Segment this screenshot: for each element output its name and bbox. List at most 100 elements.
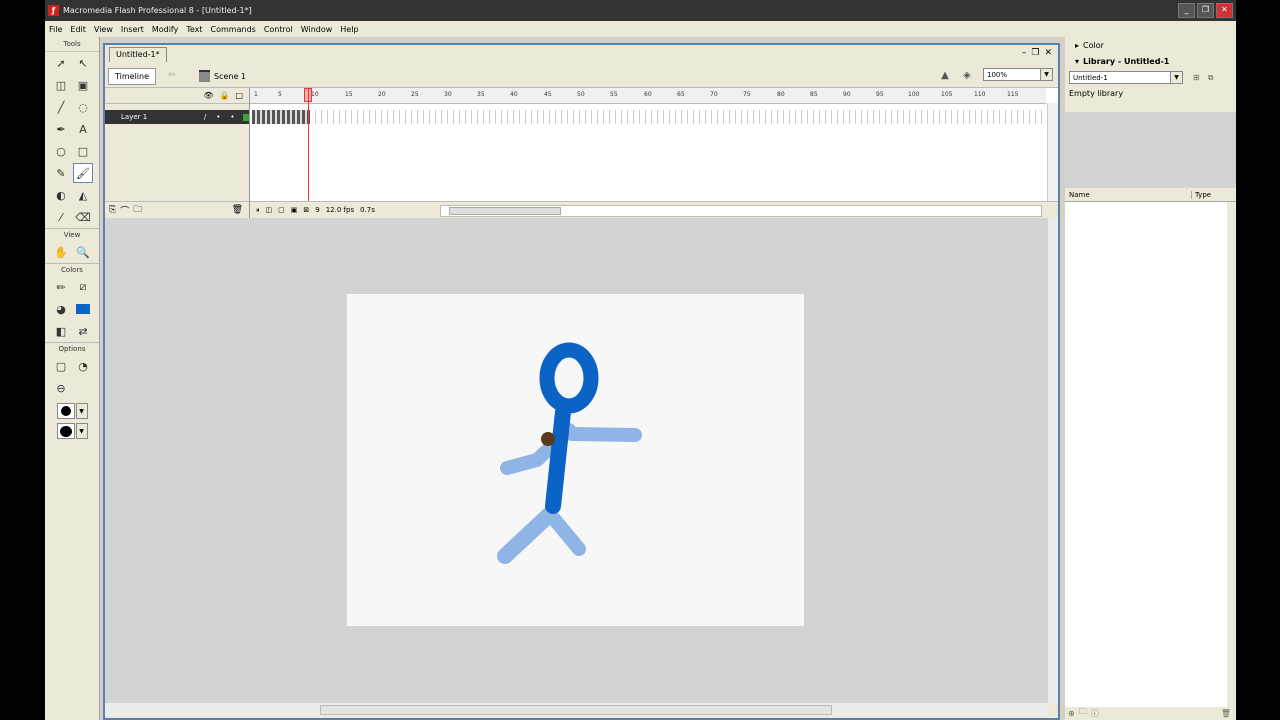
subselection-tool-icon[interactable]: ↖ [73,53,93,73]
brush-shape-dropdown[interactable]: ▼ [75,423,88,439]
object-drawing-icon[interactable]: ▢ [51,356,71,376]
layer-row[interactable]: Layer 1 /• • [105,110,249,124]
show-hide-icon[interactable]: 👁 [203,91,213,100]
paint-bucket-tool-icon[interactable]: ◭ [73,185,93,205]
brush-size-dropdown[interactable]: ▼ [75,403,88,419]
ruler-tick: 50 [577,91,585,98]
edit-multiple-frames-icon[interactable]: ▣ [291,206,298,214]
insert-folder-icon[interactable]: 🗀 [133,202,142,218]
line-tool-icon[interactable]: ╱ [51,97,71,117]
column-type[interactable]: Type [1191,191,1211,199]
menu-window[interactable]: Window [297,25,337,34]
eraser-tool-icon[interactable]: ⌫ [73,207,93,227]
ruler-tick: 35 [477,91,485,98]
color-panel-title: Color [1083,40,1104,50]
modify-onion-markers-icon[interactable]: ⊠ [303,206,309,214]
timeline-horizontal-scrollbar[interactable] [440,205,1042,217]
ruler-tick: 10 [311,91,319,98]
ruler-tick: 60 [644,91,652,98]
delete-layer-icon[interactable]: 🗑 [232,205,243,215]
library-select[interactable]: Untitled-1 ▼ [1069,71,1183,84]
pen-tool-icon[interactable]: ✒ [51,119,71,139]
brush-shape-swatch[interactable] [56,423,75,439]
menu-insert[interactable]: Insert [117,25,148,34]
stage-horizontal-scrollbar[interactable] [105,703,1048,716]
edit-scene-icon[interactable]: ▲ [937,68,953,83]
stage-canvas[interactable] [347,294,804,626]
center-frame-icon[interactable]: ⏸ [256,206,260,215]
title-bar: ƒ Macromedia Flash Professional 8 - [Unt… [45,0,1236,21]
menu-modify[interactable]: Modify [148,25,183,34]
pasteboard[interactable] [105,218,1048,703]
back-arrow-icon[interactable]: ⇦ [168,70,176,80]
menu-control[interactable]: Control [260,25,297,34]
menu-commands[interactable]: Commands [207,25,260,34]
lock-icon[interactable]: 🔒 [219,91,229,100]
black-white-icon[interactable]: ◧ [51,321,71,341]
frame-ruler[interactable]: 1 5 10 15 20 25 30 35 40 45 50 55 60 65 [250,88,1046,104]
stroke-color-icon[interactable]: ✏ [51,277,71,297]
eyedropper-tool-icon[interactable]: ⁄ [51,207,71,227]
add-guide-icon[interactable]: ⌒ [120,204,129,217]
swap-colors-icon[interactable]: ⇄ [73,321,93,341]
document-tab[interactable]: Untitled-1* [109,47,167,62]
selection-tool-icon[interactable]: ➚ [51,53,71,73]
doc-restore-icon[interactable]: ❐ [1031,48,1039,58]
new-symbol-icon[interactable]: ⊕ [1068,709,1075,718]
scene-breadcrumb[interactable]: Scene 1 [199,70,246,82]
zoom-select[interactable]: 100% ▼ [983,68,1053,81]
oval-tool-icon[interactable]: ○ [51,141,71,161]
timeline-vertical-scrollbar[interactable] [1047,103,1058,201]
pin-icon[interactable]: ⊞ [1193,73,1200,82]
stroke-none-icon[interactable]: ⧄ [73,277,93,297]
library-panel-title: Library - Untitled-1 [1083,56,1170,66]
menu-help[interactable]: Help [336,25,362,34]
restore-button[interactable]: ❐ [1197,3,1214,18]
collapsed-triangle-icon: ▸ [1075,40,1080,50]
fill-bucket-icon[interactable]: ◕ [51,299,71,319]
menu-file[interactable]: File [45,25,66,34]
new-folder-icon[interactable]: 🗀 [1079,706,1087,720]
menu-view[interactable]: View [90,25,117,34]
library-panel-header[interactable]: ▾ Library - Untitled-1 [1065,53,1236,69]
timeline-button[interactable]: Timeline [108,68,156,85]
menu-text[interactable]: Text [182,25,206,34]
gradient-transform-tool-icon[interactable]: ▣ [73,75,93,95]
pencil-tool-icon[interactable]: ✎ [51,163,71,183]
insert-layer-icon[interactable]: ⎘ [109,205,116,215]
doc-close-icon[interactable]: ✕ [1044,48,1052,58]
onion-outlines-icon[interactable]: ▢ [278,206,285,214]
menu-edit[interactable]: Edit [66,25,90,34]
brush-mode-icon[interactable]: ◔ [73,356,93,376]
properties-icon[interactable]: ⓘ [1091,708,1099,719]
lasso-tool-icon[interactable]: ◌ [73,97,93,117]
frame-track[interactable] [250,110,1046,124]
fill-color-swatch[interactable] [73,299,93,319]
timeline-scroll-thumb[interactable] [449,207,561,215]
new-library-icon[interactable]: ⧉ [1208,73,1214,83]
stage-vertical-scrollbar[interactable] [1048,218,1058,703]
brush-size-swatch[interactable] [56,403,75,419]
delete-icon[interactable]: 🗑 [1221,709,1231,718]
rectangle-tool-icon[interactable]: □ [73,141,93,161]
free-transform-tool-icon[interactable]: ◫ [51,75,71,95]
doc-minimize-icon[interactable]: – [1022,48,1027,58]
text-tool-icon[interactable]: A [73,119,93,139]
layer-color-swatch[interactable] [242,113,249,121]
onion-skin-icon[interactable]: ◫ [266,206,273,214]
brush-tool-icon[interactable]: 🖌 [73,163,93,183]
zoom-tool-icon[interactable]: 🔍 [73,242,93,262]
column-name[interactable]: Name [1069,191,1090,199]
outline-icon[interactable]: □ [235,91,243,100]
color-panel-header[interactable]: ▸ Color [1065,37,1236,53]
hand-tool-icon[interactable]: ✋ [51,242,71,262]
library-list[interactable] [1065,202,1227,707]
lock-fill-icon[interactable]: ⊖ [51,378,71,398]
stage-scroll-thumb[interactable] [320,705,832,715]
ink-bottle-tool-icon[interactable]: ◐ [51,185,71,205]
keyframe-span[interactable] [252,110,310,124]
minimize-button[interactable]: _ [1178,3,1195,18]
tools-panel: Tools ➚ ↖ ◫ ▣ ╱ ◌ ✒ A ○ □ ✎ 🖌 ◐ ◭ ⁄ ⌫ Vi… [45,37,100,720]
edit-symbol-icon[interactable]: ◈ [959,68,975,83]
close-button[interactable]: ✕ [1216,3,1233,18]
